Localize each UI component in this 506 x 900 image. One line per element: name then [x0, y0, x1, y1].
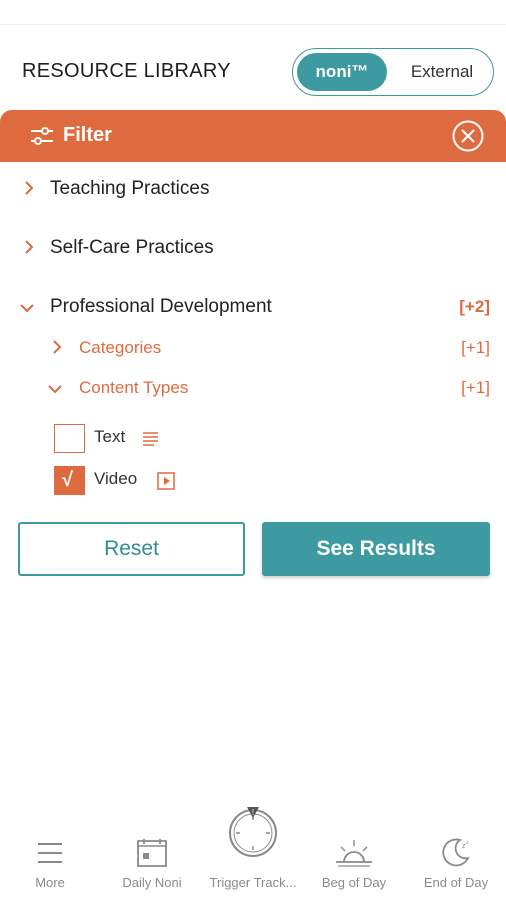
option-video[interactable]: √ Video	[0, 466, 506, 500]
sunrise-icon	[336, 840, 372, 867]
text-checkbox[interactable]	[54, 424, 85, 453]
filter-subitem-content-types[interactable]: Content Types [+1]	[0, 370, 506, 406]
tab-label: Daily Noni	[122, 875, 182, 890]
option-label: Video	[94, 469, 138, 488]
svg-text:!: !	[252, 808, 254, 817]
tab-more[interactable]: More	[8, 800, 92, 900]
tab-daily-noni[interactable]: Daily Noni	[110, 800, 194, 900]
filter-subitem-label: Categories	[79, 338, 162, 357]
menu-icon	[38, 843, 62, 863]
tab-beg-of-day[interactable]: Beg of Day	[312, 800, 396, 900]
selection-count-badge: [+1]	[461, 338, 490, 357]
video-play-icon	[157, 472, 175, 490]
tab-label: More	[35, 875, 65, 890]
reset-button[interactable]: Reset	[18, 522, 245, 576]
status-divider	[0, 24, 506, 25]
source-toggle[interactable]: noni™ External	[292, 48, 494, 96]
option-label: Text	[94, 427, 126, 446]
filter-header: Filter	[0, 110, 506, 162]
tab-label: End of Day	[423, 875, 489, 890]
sliders-icon	[31, 127, 53, 145]
page-title: RESOURCE LIBRARY	[22, 60, 231, 82]
video-checkbox[interactable]: √	[54, 466, 85, 495]
app-header: RESOURCE LIBRARY noni™ External	[0, 44, 506, 100]
text-lines-icon	[143, 432, 158, 446]
bottom-tab-bar: More Daily Noni ! Trigger Track... Beg o…	[0, 800, 506, 900]
tab-end-of-day[interactable]: z z End of Day	[414, 800, 498, 900]
moon-icon: z z	[442, 838, 470, 867]
chevron-right-icon	[25, 181, 34, 195]
tab-label: Beg of Day	[321, 875, 387, 890]
filter-item-teaching-practices[interactable]: Teaching Practices	[0, 172, 506, 208]
tab-trigger-tracker[interactable]: ! Trigger Track...	[202, 800, 304, 900]
chevron-right-icon	[25, 240, 34, 254]
filter-title: Filter	[63, 124, 112, 146]
filter-item-label: Professional Development	[50, 296, 272, 317]
chevron-right-icon	[53, 340, 62, 354]
filter-item-label: Teaching Practices	[50, 178, 210, 199]
selection-count-badge: [+1]	[461, 378, 490, 397]
selection-count-badge: [+2]	[459, 297, 490, 316]
toggle-noni-option[interactable]: noni™	[297, 53, 387, 91]
close-circle-icon[interactable]	[452, 120, 484, 152]
option-text[interactable]: Text	[0, 424, 506, 458]
chevron-down-icon	[48, 385, 62, 394]
checkmark-icon: √	[62, 469, 73, 491]
chevron-down-icon	[20, 304, 34, 313]
alarm-clock-icon: !	[229, 807, 277, 857]
svg-text:z: z	[466, 840, 469, 846]
see-results-button[interactable]: See Results	[262, 522, 490, 576]
filter-item-label: Self-Care Practices	[50, 237, 214, 258]
filter-subitem-categories[interactable]: Categories [+1]	[0, 330, 506, 366]
calendar-icon	[137, 839, 167, 867]
filter-item-self-care-practices[interactable]: Self-Care Practices	[0, 231, 506, 267]
filter-item-professional-development[interactable]: Professional Development [+2]	[0, 290, 506, 326]
tab-label: Trigger Track...	[209, 875, 297, 890]
filter-subitem-label: Content Types	[79, 378, 189, 397]
toggle-external-option[interactable]: External	[393, 53, 491, 91]
